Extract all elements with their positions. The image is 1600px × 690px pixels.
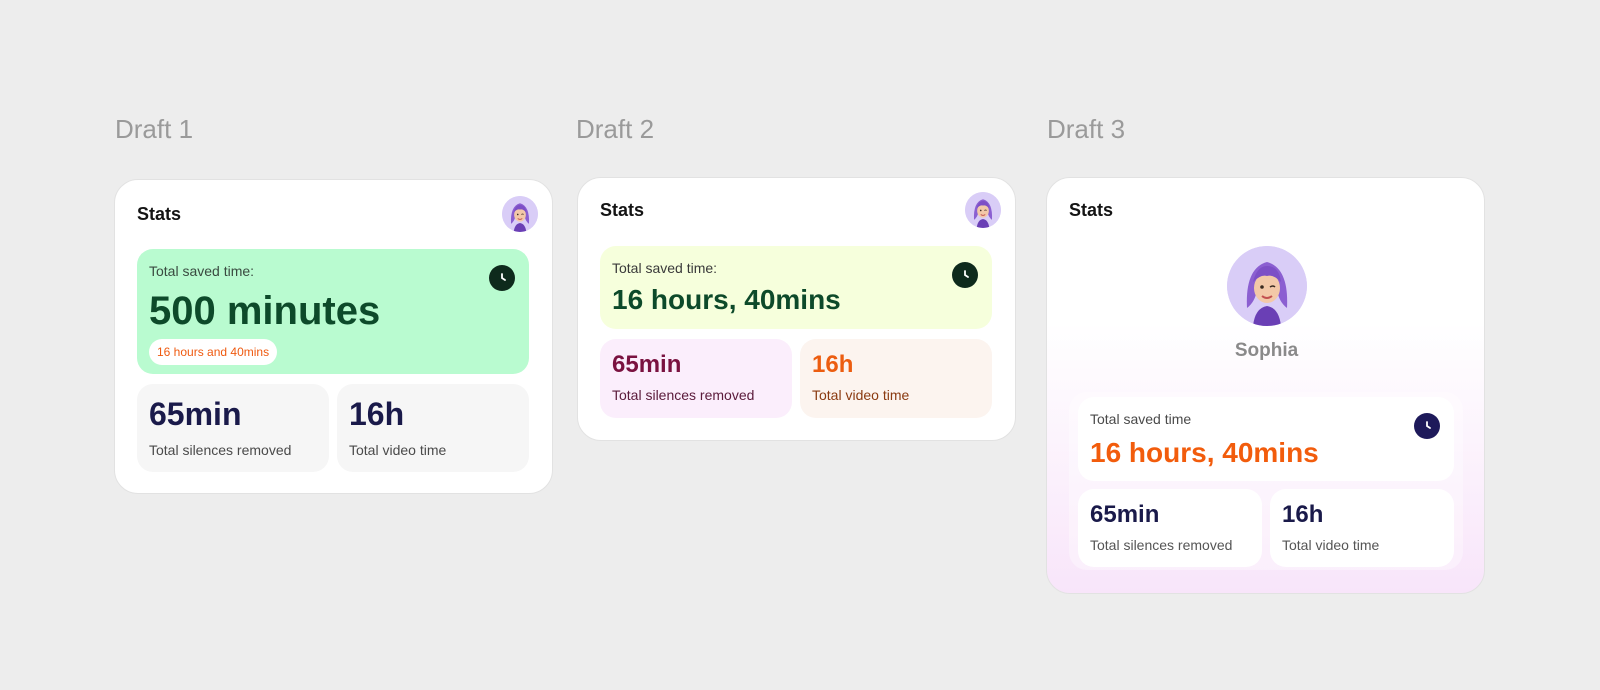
user-name: Sophia [1234,340,1299,361]
avatar[interactable] [502,196,538,232]
avatar-icon [1227,246,1307,326]
silences-label: Total silences removed [149,442,292,458]
clock-icon [489,265,515,291]
saved-time-value: 16 hours, 40mins [612,284,841,315]
silences-value: 65min [1090,501,1160,528]
video-time-value: 16h [812,351,854,378]
silences-tile: 65min Total silences removed [137,384,329,472]
draft-3-title: Draft 3 [1047,114,1126,144]
saved-time-value: 16 hours, 40mins [1090,437,1319,468]
avatar-icon [502,196,538,232]
card-title: Stats [137,204,182,224]
video-time-label: Total video time [349,442,447,458]
stats-group: Total saved time 16 hours, 40mins 65min … [1069,392,1463,570]
silences-label: Total silences removed [612,387,755,403]
silences-tile: 65min Total silences removed [1078,489,1262,567]
draft-1-title: Draft 1 [115,114,194,144]
draft-1-stats-card: Stats Total saved time: 500 minutes 16 h… [114,179,553,494]
draft-2-stats-card: Stats Total saved time: 16 hours, 40mins… [577,177,1016,441]
video-time-tile: 16h Total video time [800,339,992,418]
saved-time-tile: Total saved time 16 hours, 40mins [1078,397,1454,481]
saved-time-label: Total saved time: [149,263,255,279]
video-time-label: Total video time [812,387,910,403]
avatar-icon [965,192,1001,228]
video-time-value: 16h [1282,501,1324,528]
avatar[interactable] [1227,246,1307,326]
silences-tile: 65min Total silences removed [600,339,792,418]
draft-2-title: Draft 2 [576,114,655,144]
saved-time-label: Total saved time [1090,411,1192,427]
clock-icon [1414,413,1440,439]
silences-value: 65min [149,396,242,432]
video-time-value: 16h [349,396,405,432]
silences-label: Total silences removed [1090,537,1233,553]
avatar[interactable] [965,192,1001,228]
saved-time-tile: Total saved time: 16 hours, 40mins [600,246,992,329]
video-time-tile: 16h Total video time [337,384,529,472]
saved-time-tile: Total saved time: 500 minutes 16 hours a… [137,249,529,374]
card-title: Stats [1069,200,1114,220]
video-time-label: Total video time [1282,537,1380,553]
saved-time-pill: 16 hours and 40mins [149,339,278,365]
saved-time-value: 500 minutes [149,289,381,333]
card-title: Stats [600,200,645,220]
video-time-tile: 16h Total video time [1270,489,1454,567]
saved-time-label: Total saved time: [612,260,718,276]
draft-3-stats-card: Stats Sophia Total saved time 16 hours, … [1046,177,1485,594]
silences-value: 65min [612,351,682,378]
clock-icon [952,262,978,288]
